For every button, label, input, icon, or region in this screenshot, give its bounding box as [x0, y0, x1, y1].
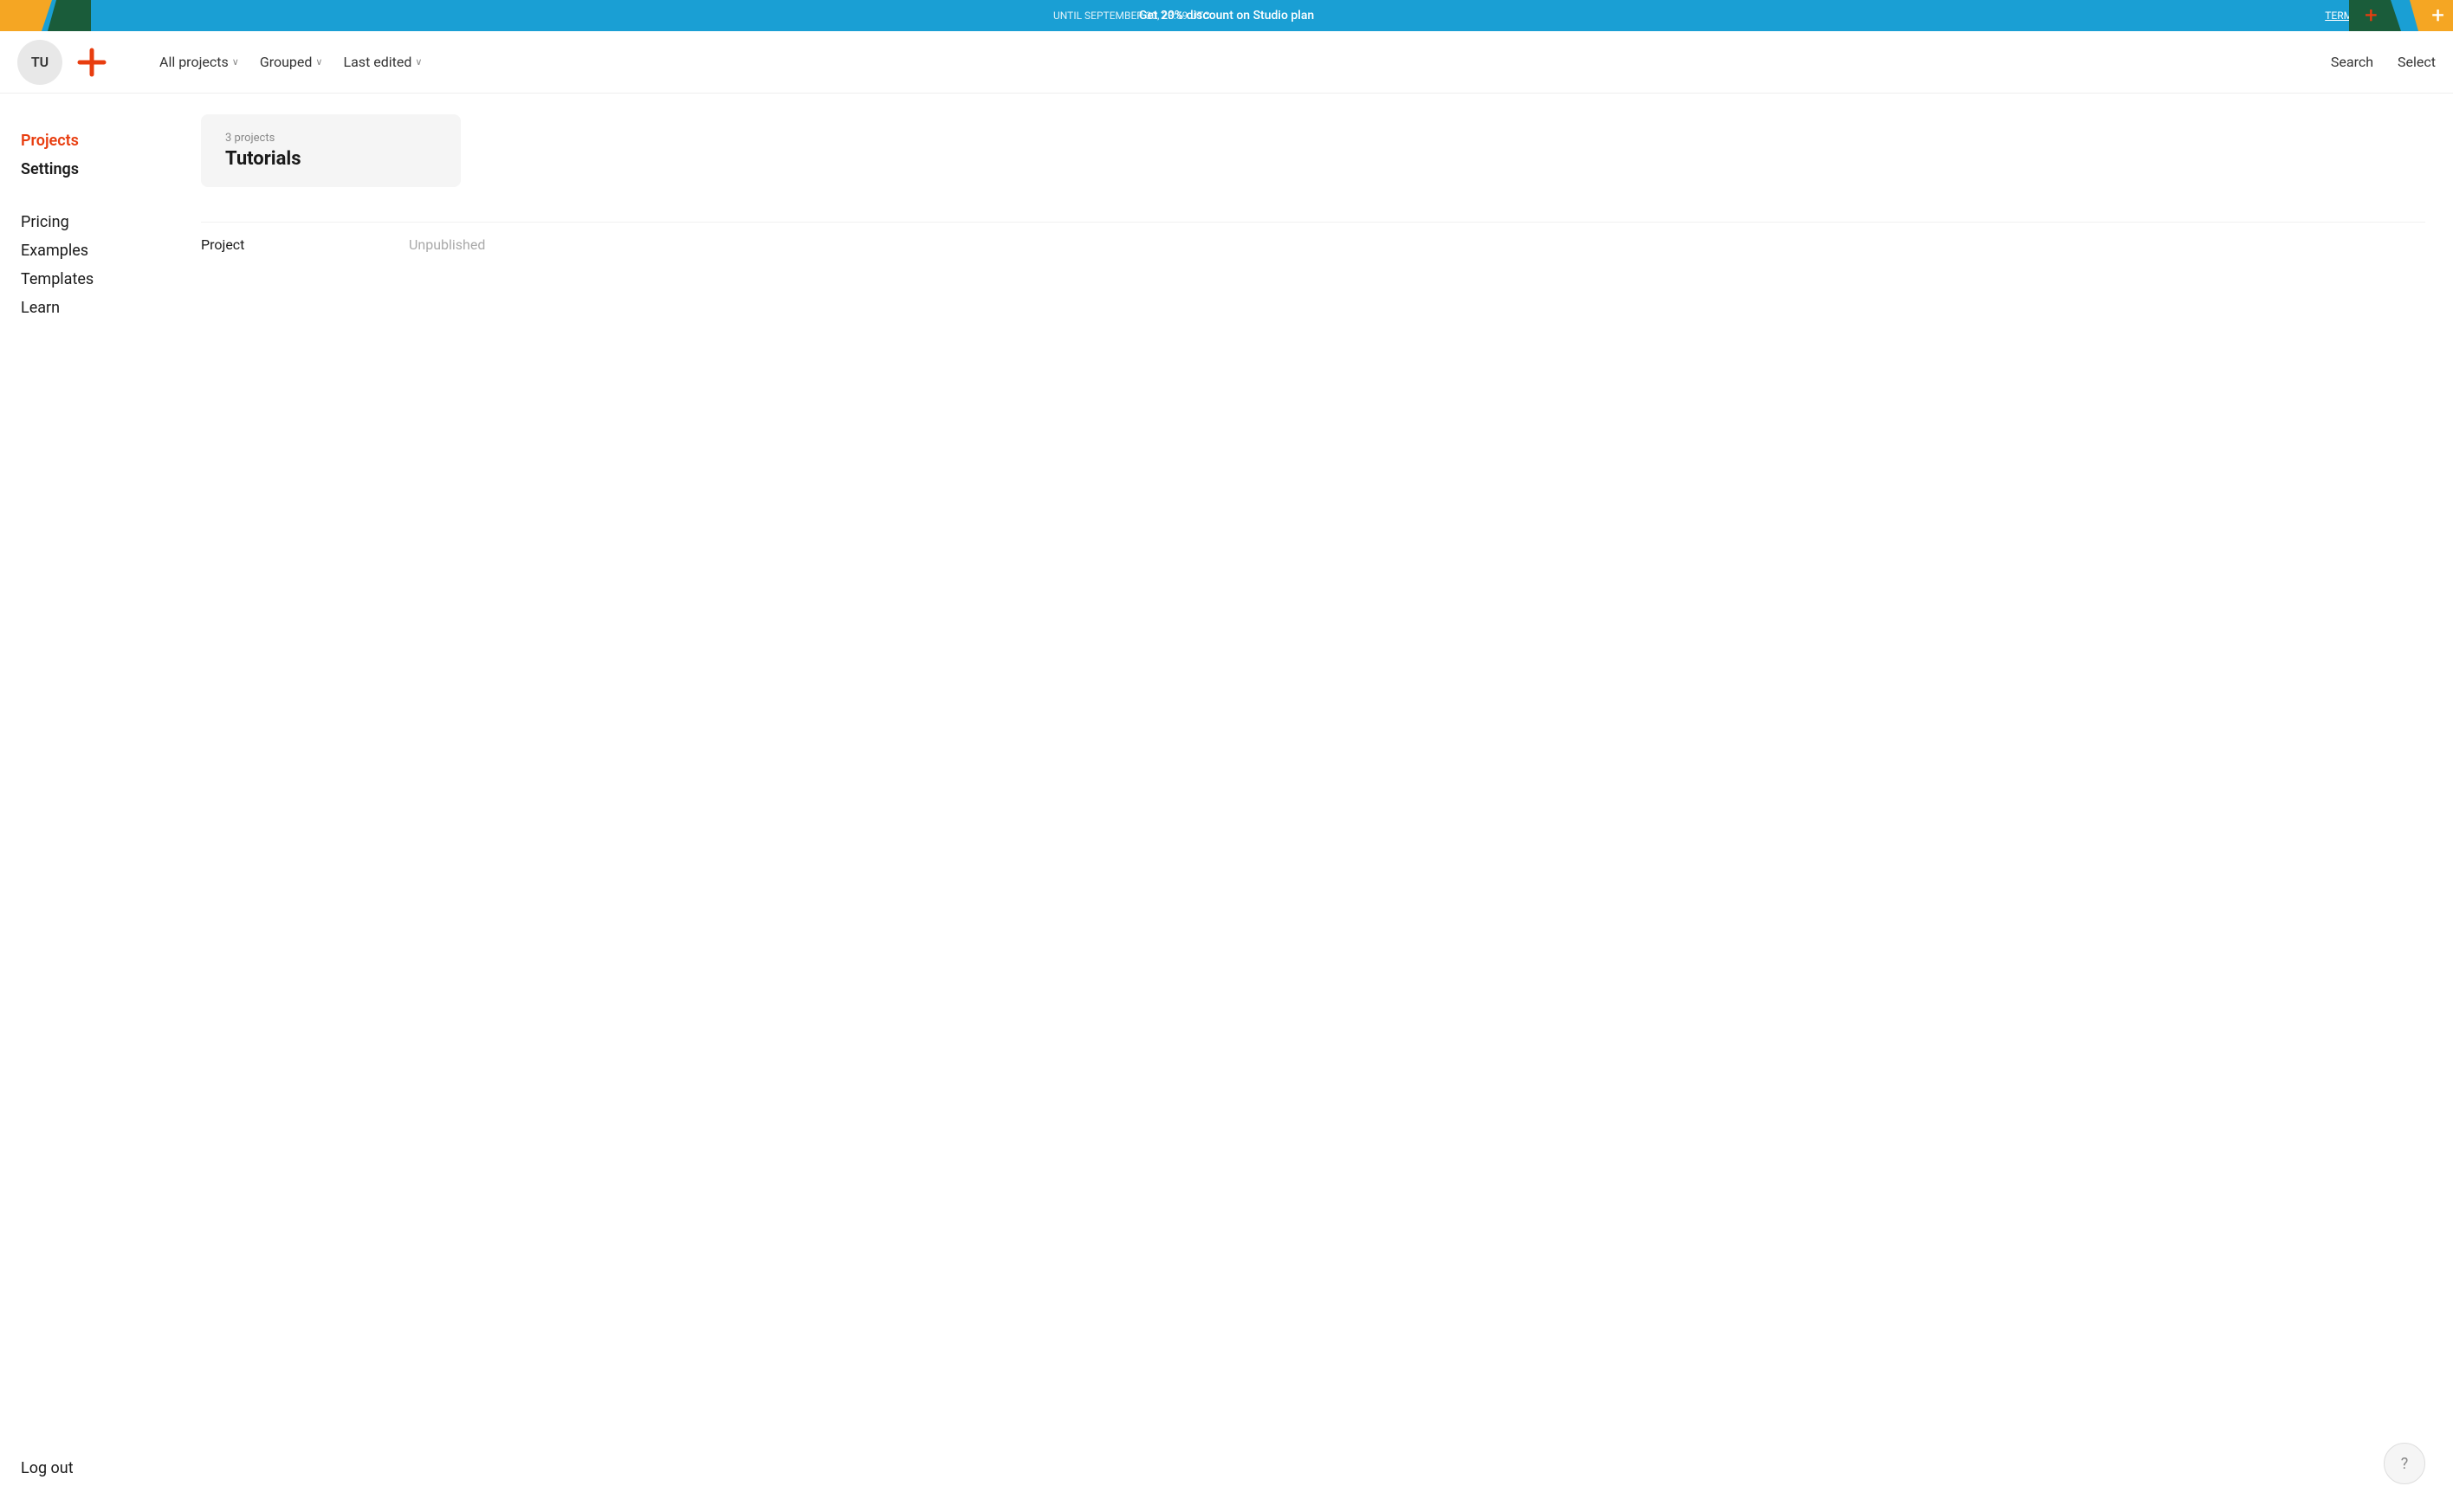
- project-group-count: 3 projects: [225, 132, 437, 145]
- all-projects-filter[interactable]: All projects ∨: [149, 48, 249, 75]
- tutorials-project-group[interactable]: 3 projects Tutorials: [201, 114, 461, 187]
- sidebar-item-templates[interactable]: Templates: [21, 267, 152, 292]
- all-projects-label: All projects: [159, 54, 229, 70]
- sidebar-item-projects[interactable]: Projects: [21, 128, 152, 153]
- filter-nav: All projects ∨ Grouped ∨ Last edited ∨: [149, 48, 432, 75]
- top-nav: TU All projects ∨ Grouped ∨ Last edited …: [0, 31, 2453, 94]
- new-project-button[interactable]: [69, 40, 114, 85]
- grouped-label: Grouped: [260, 54, 313, 70]
- last-edited-filter[interactable]: Last edited ∨: [333, 48, 432, 75]
- last-edited-label: Last edited: [343, 54, 411, 70]
- sidebar-bottom: Log out: [21, 1459, 152, 1477]
- sidebar-item-examples[interactable]: Examples: [21, 238, 152, 263]
- question-mark-icon: ?: [2401, 1455, 2409, 1473]
- status-col-label: Unpublished: [409, 236, 485, 253]
- select-button[interactable]: Select: [2398, 54, 2436, 70]
- sidebar: Projects Settings Pricing Examples Templ…: [0, 94, 173, 1512]
- user-avatar[interactable]: TU: [17, 40, 62, 85]
- main-content: 3 projects Tutorials Project Unpublished: [173, 94, 2453, 1512]
- sidebar-item-settings[interactable]: Settings: [21, 157, 152, 182]
- search-button[interactable]: Search: [2331, 54, 2373, 70]
- app-body: Projects Settings Pricing Examples Templ…: [0, 94, 2453, 1512]
- sidebar-secondary-nav: Pricing Examples Templates Learn: [21, 210, 152, 320]
- grouped-filter[interactable]: Grouped ∨: [249, 48, 333, 75]
- corner-right-decoration: + +: [2349, 0, 2453, 31]
- table-row[interactable]: Project Unpublished: [201, 222, 2425, 267]
- promo-until-text: UNTIL SEPTEMBER 30, 23:59 UTC: [1053, 10, 1210, 22]
- sidebar-item-pricing[interactable]: Pricing: [21, 210, 152, 235]
- sidebar-main-nav: Projects Settings: [21, 128, 152, 182]
- project-group-name: Tutorials: [225, 148, 437, 170]
- sidebar-item-learn[interactable]: Learn: [21, 295, 152, 320]
- all-projects-chevron: ∨: [232, 56, 239, 68]
- grouped-chevron: ∨: [315, 56, 322, 68]
- last-edited-chevron: ∨: [415, 56, 422, 68]
- corner-left-decoration: [0, 0, 104, 31]
- promo-banner: UNTIL SEPTEMBER 30, 23:59 UTC Get 20% di…: [0, 0, 2453, 31]
- projects-list: Project Unpublished: [201, 222, 2425, 267]
- help-button[interactable]: ?: [2384, 1443, 2425, 1484]
- nav-right: Search Select: [2331, 54, 2436, 70]
- logout-button[interactable]: Log out: [21, 1459, 74, 1477]
- project-col-label: Project: [201, 236, 340, 253]
